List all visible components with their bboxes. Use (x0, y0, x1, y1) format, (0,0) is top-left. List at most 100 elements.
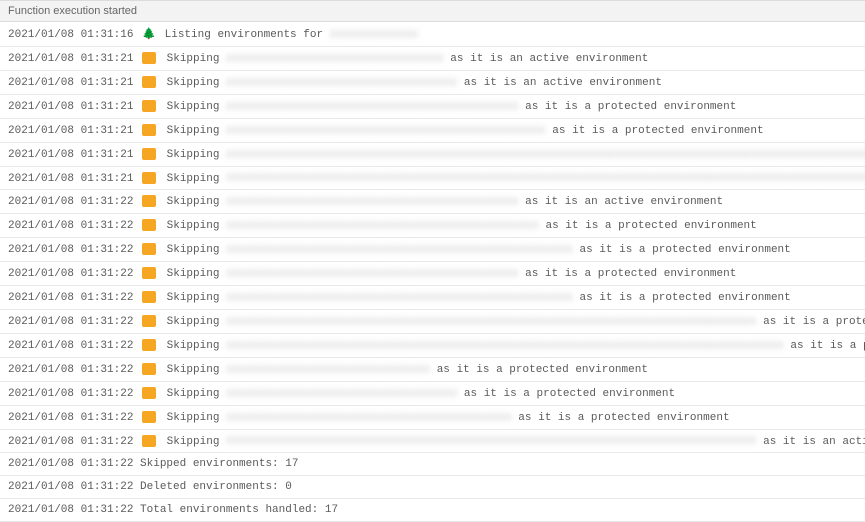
log-timestamp: 2021/01/08 01:31:21 (8, 172, 133, 184)
skip-badge-icon (142, 315, 156, 327)
log-row: 2021/01/08 01:31:21 Skipping xxxxxxxxxxx… (0, 47, 865, 71)
log-row: 2021/01/08 01:31:22 Deleted environments… (0, 476, 865, 499)
redacted-text: xxxxxxxxxxxxxxxxxxxxxxxxxxxxxxxxxxxxxxxx… (226, 268, 518, 280)
log-tail-text: as it is an active environment (519, 196, 724, 208)
log-lead-text: Skipping (160, 412, 226, 424)
log-lead-text: Skipping (160, 77, 226, 89)
log-cell: 2021/01/08 01:31:22 Total environments h… (0, 499, 865, 522)
log-lead-text: Skipping (160, 292, 226, 304)
log-timestamp: 2021/01/08 01:31:21 (8, 53, 133, 65)
log-cell: 2021/01/08 01:31:22 Skipping xxxxxxxxxxx… (0, 262, 865, 286)
log-cell: 2021/01/08 01:31:21 Skipping xxxxxxxxxxx… (0, 142, 865, 166)
log-tail-text: as it is a protected environment (539, 220, 757, 232)
log-header-text: Function execution started (0, 1, 865, 22)
log-lead-text: Skipping (160, 268, 226, 280)
log-tail-text: as it is an active environment (457, 77, 662, 89)
log-cell: 2021/01/08 01:31:21 Skipping xxxxxxxxxxx… (0, 118, 865, 142)
log-timestamp: 2021/01/08 01:31:22 (8, 458, 133, 470)
log-row: 2021/01/08 01:31:21 Skipping xxxxxxxxxxx… (0, 70, 865, 94)
log-timestamp: 2021/01/08 01:31:22 (8, 220, 133, 232)
log-timestamp: 2021/01/08 01:31:22 (8, 292, 133, 304)
redacted-text: xxxxxxxxxxxxxxxxxxxxxxxxxxxxxxxxxxxxxxxx… (226, 316, 756, 328)
log-lead-text: Skipping (160, 435, 226, 447)
log-cell: 2021/01/08 01:31:22 Skipping xxxxxxxxxxx… (0, 238, 865, 262)
log-tail-text: as it is an active environment (444, 53, 649, 65)
log-timestamp: 2021/01/08 01:31:22 (8, 196, 133, 208)
log-header-row: Function execution started (0, 1, 865, 22)
log-row: 2021/01/08 01:31:21 Skipping xxxxxxxxxxx… (0, 118, 865, 142)
skip-badge-icon (142, 219, 156, 231)
log-row: 2021/01/08 01:31:22 Skipping xxxxxxxxxxx… (0, 357, 865, 381)
log-lead-text: Skipping (160, 125, 226, 137)
redacted-text: xxxxxxxxxxxxxxxxxxxxxxxxxxxxxxxxxxxxxxxx… (226, 125, 546, 137)
redacted-text: xxxxxxxxxxxxxxxxxxxxxxxxxxxxxx (226, 364, 430, 376)
log-lead-text: Deleted environments: 0 (133, 481, 291, 493)
log-row: 2021/01/08 01:31:22 Total environments h… (0, 499, 865, 522)
log-timestamp: 2021/01/08 01:31:22 (8, 504, 133, 516)
log-timestamp: 2021/01/08 01:31:22 (8, 244, 133, 256)
log-tail-text: as it is a protected environment (519, 101, 737, 113)
log-cell: 2021/01/08 01:31:22 Deleted environments… (0, 476, 865, 499)
redacted-text: xxxxxxxxxxxxxxxxxxxxxxxxxxxxxxxxxxxxxxxx… (226, 340, 784, 352)
redacted-text: xxxxxxxxxxxxxxxxxxxxxxxxxxxxxxxxxxxxxxxx… (226, 412, 512, 424)
skip-badge-icon (142, 100, 156, 112)
redacted-text: xxxxxxxxxxxxxxxxxxxxxxxxxxxxxxxxxxxxxxxx… (226, 196, 518, 208)
log-tail-text: as it is a protected environment (546, 125, 764, 137)
skip-badge-icon (142, 435, 156, 447)
skip-badge-icon (142, 387, 156, 399)
skip-badge-icon (142, 172, 156, 184)
skip-badge-icon (142, 195, 156, 207)
log-cell: 2021/01/08 01:31:21 Skipping xxxxxxxxxxx… (0, 70, 865, 94)
log-row: 2021/01/08 01:31:22 Skipping xxxxxxxxxxx… (0, 262, 865, 286)
log-tail-text: as it is a protected environment (784, 340, 865, 352)
log-row: 2021/01/08 01:31:22 Skipping xxxxxxxxxxx… (0, 405, 865, 429)
log-row: 2021/01/08 01:31:22 Skipping xxxxxxxxxxx… (0, 214, 865, 238)
log-row: 2021/01/08 01:31:21 Skipping xxxxxxxxxxx… (0, 142, 865, 166)
log-lead-text: Total environments handled: 17 (133, 504, 338, 516)
log-row: 2021/01/08 01:31:22 Skipped environments… (0, 453, 865, 476)
log-lead-text: Skipping (160, 340, 226, 352)
log-cell: 2021/01/08 01:31:16 🌲 Listing environmen… (0, 22, 865, 47)
log-timestamp: 2021/01/08 01:31:21 (8, 125, 133, 137)
log-row: 2021/01/08 01:31:21 Skipping xxxxxxxxxxx… (0, 166, 865, 190)
log-row: 2021/01/08 01:31:22 Skipping xxxxxxxxxxx… (0, 381, 865, 405)
skip-badge-icon (142, 52, 156, 64)
log-lead-text: Skipping (160, 316, 226, 328)
skip-badge-icon (142, 291, 156, 303)
redacted-text: xxxxxxxxxxxxxxxxxxxxxxxxxxxxxxxxxxxxxxxx… (226, 172, 865, 184)
log-cell: 2021/01/08 01:31:22 Skipping xxxxxxxxxxx… (0, 357, 865, 381)
log-cell: 2021/01/08 01:31:22 Skipping xxxxxxxxxxx… (0, 309, 865, 333)
log-cell: 2021/01/08 01:31:22 Skipping xxxxxxxxxxx… (0, 286, 865, 310)
log-lead-text: Listing environments for (158, 29, 330, 41)
log-tail-text: as it is a protected environment (457, 388, 675, 400)
log-lead-text: Skipping (160, 364, 226, 376)
log-lead-text: Skipping (160, 244, 226, 256)
log-cell: 2021/01/08 01:31:21 Skipping xxxxxxxxxxx… (0, 166, 865, 190)
log-lead-text: Skipped environments: 17 (133, 458, 298, 470)
redacted-text: xxxxxxxxxxxxxxxxxxxxxxxxxxxxxxxxxxxxxxxx… (226, 435, 756, 447)
log-row: 2021/01/08 01:31:21 Skipping xxxxxxxxxxx… (0, 94, 865, 118)
log-tail-text: as it is a protected environment (573, 244, 791, 256)
skip-badge-icon (142, 124, 156, 136)
log-row: 2021/01/08 01:31:22 Skipping xxxxxxxxxxx… (0, 238, 865, 262)
redacted-text: xxxxxxxxxxxxxxxxxxxxxxxxxxxxxxxxxxxxxxxx… (226, 101, 518, 113)
log-timestamp: 2021/01/08 01:31:22 (8, 481, 133, 493)
log-timestamp: 2021/01/08 01:31:22 (8, 340, 133, 352)
log-lead-text: Skipping (160, 196, 226, 208)
log-cell: 2021/01/08 01:31:22 Skipping xxxxxxxxxxx… (0, 214, 865, 238)
redacted-text: xxxxxxxxxxxxxxxxxxxxxxxxxxxxxxxxxxxxxxxx… (226, 220, 539, 232)
redacted-text: xxxxxxxxxxxxxxxxxxxxxxxxxxxxxxxxxxxxxxxx… (226, 292, 573, 304)
skip-badge-icon (142, 267, 156, 279)
log-row: 2021/01/08 01:31:22 Skipping xxxxxxxxxxx… (0, 333, 865, 357)
log-cell: 2021/01/08 01:31:22 Skipped environments… (0, 453, 865, 476)
log-lead-text: Skipping (160, 101, 226, 113)
log-timestamp: 2021/01/08 01:31:21 (8, 101, 133, 113)
redacted-text: xxxxxxxxxxxxx (330, 29, 418, 41)
log-cell: 2021/01/08 01:31:21 Skipping xxxxxxxxxxx… (0, 47, 865, 71)
log-tail-text: as it is a protected environment (512, 412, 730, 424)
log-cell: 2021/01/08 01:31:22 Skipping xxxxxxxxxxx… (0, 405, 865, 429)
redacted-text: xxxxxxxxxxxxxxxxxxxxxxxxxxxxxxxxxxxxxxxx… (226, 149, 865, 161)
log-timestamp: 2021/01/08 01:31:22 (8, 364, 133, 376)
redacted-text: xxxxxxxxxxxxxxxxxxxxxxxxxxxxxxxx (226, 53, 444, 65)
log-lead-text: Skipping (160, 388, 226, 400)
